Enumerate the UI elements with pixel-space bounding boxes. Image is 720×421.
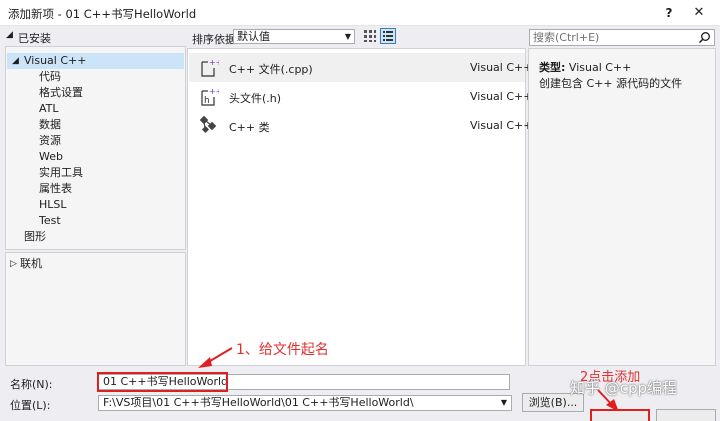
annotation-step1: 1、给文件起名 bbox=[236, 342, 329, 358]
cancel-button[interactable] bbox=[656, 409, 716, 421]
add-button[interactable] bbox=[590, 409, 650, 421]
watermark: 知乎 @cpp编程 bbox=[570, 379, 678, 397]
chevron-down-icon: ▼ bbox=[500, 398, 507, 407]
name-highlight-box bbox=[97, 372, 228, 392]
location-label: 位置(L): bbox=[10, 399, 51, 412]
annotation-arrow-1-head bbox=[198, 357, 212, 368]
location-value: F:\VS项目\01 C++书写HelloWorld\01 C++书写Hello… bbox=[103, 396, 414, 409]
location-dropdown[interactable]: F:\VS项目\01 C++书写HelloWorld\01 C++书写Hello… bbox=[98, 395, 512, 411]
annotation-arrows bbox=[198, 347, 619, 412]
name-label: 名称(N): bbox=[10, 378, 53, 391]
